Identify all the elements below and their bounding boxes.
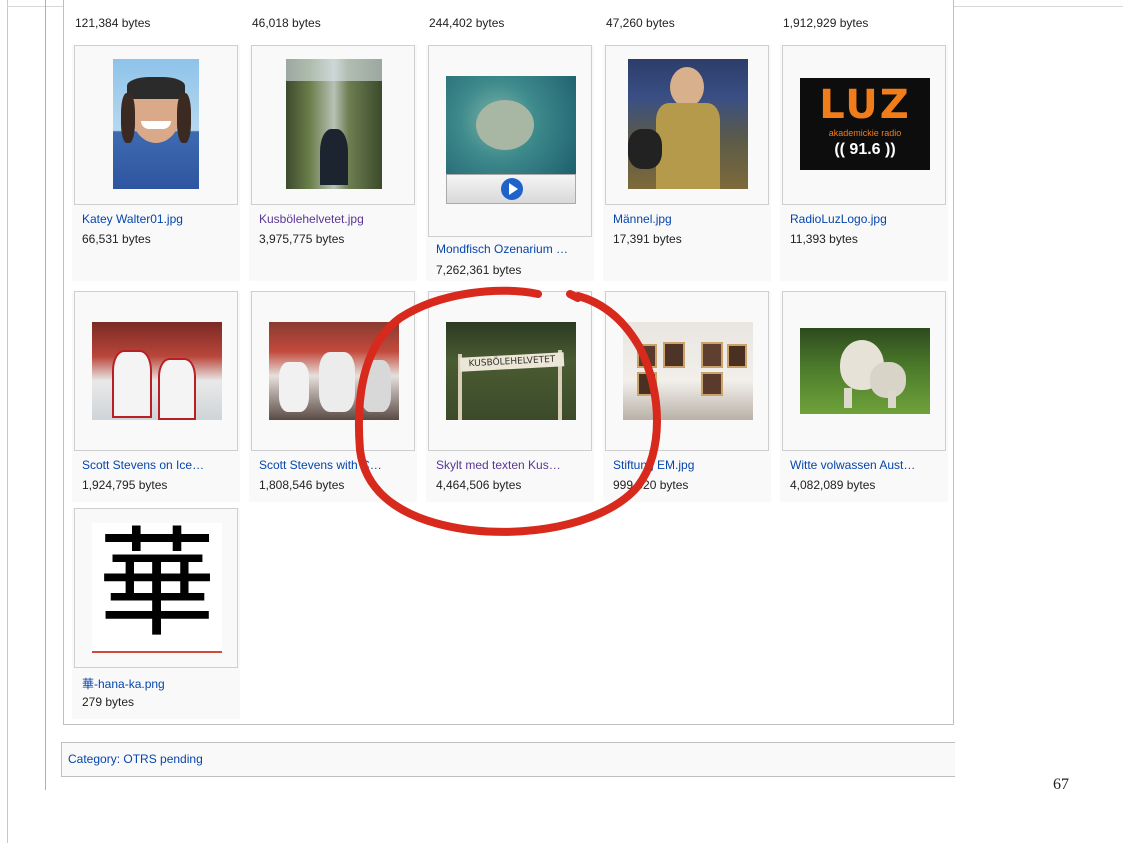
file-size: 7,262,361 bytes	[436, 263, 522, 277]
play-icon[interactable]	[501, 178, 523, 200]
file-size: 3,975,775 bytes	[259, 232, 345, 246]
video-play-bar[interactable]	[446, 174, 576, 204]
file-size: 17,391 bytes	[613, 232, 682, 246]
file-size: 1,808,546 bytes	[259, 478, 345, 492]
file-size: 1,912,929 bytes	[783, 16, 869, 30]
thumbnail-image[interactable]	[446, 76, 576, 174]
thumbnail-frame[interactable]	[605, 45, 769, 205]
file-link[interactable]: RadioLuzLogo.jpg	[790, 212, 950, 226]
luz-logo-text: LUZ	[819, 82, 911, 128]
luz-logo-frequency: (( 91.6 ))	[834, 141, 896, 158]
thumbnail-frame[interactable]	[74, 291, 238, 451]
gallery-item: Stiftung EM.jpg 999,020 bytes	[603, 291, 771, 502]
content-rule	[45, 0, 46, 790]
file-link[interactable]: Katey Walter01.jpg	[82, 212, 242, 226]
thumbnail-frame[interactable]	[74, 45, 238, 205]
thumbnail-frame[interactable]: LUZ akademickie radio (( 91.6 ))	[782, 45, 946, 205]
page-number: 67	[1053, 776, 1069, 793]
kanji-glyph: 華	[97, 523, 216, 653]
file-size: 66,531 bytes	[82, 232, 151, 246]
thumbnail-image[interactable]	[800, 328, 930, 414]
thumbnail-image[interactable]	[92, 322, 222, 420]
gallery-item: Witte volwassen Aust… 4,082,089 bytes	[780, 291, 948, 502]
thumbnail-frame[interactable]	[251, 291, 415, 451]
category-bar: Category: OTRS pending	[61, 742, 955, 777]
file-link[interactable]: Kusbölehelvetet.jpg	[259, 212, 419, 226]
file-size: 999,020 bytes	[613, 478, 689, 492]
file-link[interactable]: Skylt med texten Kus…	[436, 458, 596, 472]
luz-logo-subtitle: akademickie radio	[828, 128, 902, 138]
gallery-item: Männel.jpg 17,391 bytes	[603, 45, 771, 281]
file-link[interactable]: 華-hana-ka.png	[82, 675, 242, 692]
gallery-item: Scott Stevens with C… 1,808,546 bytes	[249, 291, 417, 502]
file-link[interactable]: Mondfisch Ozenarium …	[436, 242, 596, 256]
thumbnail-frame[interactable]	[605, 291, 769, 451]
gallery-item: Mondfisch Ozenarium … 7,262,361 bytes	[426, 45, 594, 281]
file-link[interactable]: Scott Stevens with C…	[259, 458, 419, 472]
thumbnail-image[interactable]: KUSBÖLEHELVETET	[446, 322, 576, 420]
thumbnail-image[interactable]	[286, 59, 382, 189]
file-link[interactable]: Männel.jpg	[613, 212, 773, 226]
gallery-item: Katey Walter01.jpg 66,531 bytes	[72, 45, 240, 281]
file-link[interactable]: Scott Stevens on Ice…	[82, 458, 242, 472]
thumbnail-image[interactable]	[623, 322, 753, 420]
file-size: 121,384 bytes	[75, 16, 151, 30]
gallery-item: Kusbölehelvetet.jpg 3,975,775 bytes	[249, 45, 417, 281]
gallery: 121,384 bytes 46,018 bytes 244,402 bytes…	[63, 0, 954, 725]
thumbnail-frame[interactable]	[782, 291, 946, 451]
sign-board: KUSBÖLEHELVETET	[459, 352, 565, 372]
file-size: 1,924,795 bytes	[82, 478, 168, 492]
gallery-item: 華 華-hana-ka.png 279 bytes	[72, 508, 240, 719]
thumbnail-image[interactable]: 華	[92, 523, 222, 653]
thumbnail-frame[interactable]: KUSBÖLEHELVETET	[428, 291, 592, 451]
file-size: 11,393 bytes	[790, 232, 858, 246]
file-size: 4,464,506 bytes	[436, 478, 522, 492]
gallery-item: LUZ akademickie radio (( 91.6 )) RadioLu…	[780, 45, 948, 281]
file-link[interactable]: Stiftung EM.jpg	[613, 458, 773, 472]
file-size: 244,402 bytes	[429, 16, 505, 30]
file-size: 47,260 bytes	[606, 16, 675, 30]
page-frame-left	[7, 0, 8, 843]
thumbnail-image[interactable]	[269, 322, 399, 420]
file-size: 4,082,089 bytes	[790, 478, 876, 492]
category-link[interactable]: Category: OTRS pending	[68, 752, 203, 766]
thumbnail-image[interactable]	[628, 59, 748, 189]
gallery-item: KUSBÖLEHELVETET Skylt med texten Kus… 4,…	[426, 291, 594, 502]
thumbnail-image[interactable]	[113, 59, 199, 189]
radio-luz-logo[interactable]: LUZ akademickie radio (( 91.6 ))	[800, 78, 930, 170]
thumbnail-frame[interactable]	[251, 45, 415, 205]
gallery-item: Scott Stevens on Ice… 1,924,795 bytes	[72, 291, 240, 502]
thumbnail-frame[interactable]: 華	[74, 508, 238, 668]
thumbnail-frame[interactable]	[428, 45, 592, 237]
file-link[interactable]: Witte volwassen Aust…	[790, 458, 950, 472]
file-size: 279 bytes	[82, 695, 135, 709]
file-size: 46,018 bytes	[252, 16, 321, 30]
